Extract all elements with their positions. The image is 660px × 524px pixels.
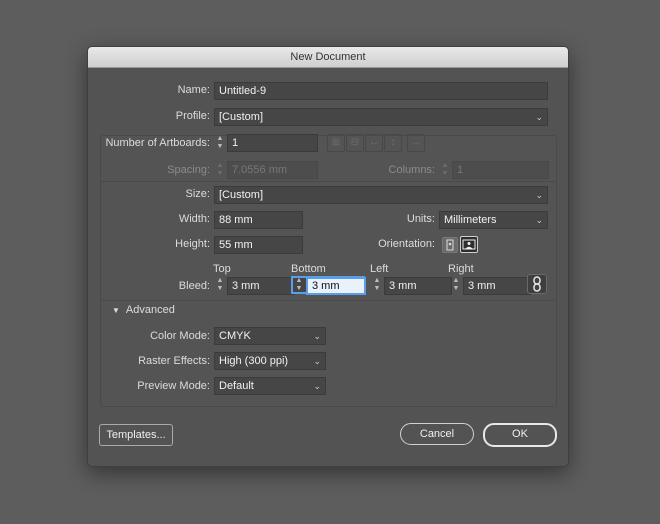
size-dropdown[interactable]: [Custom] ⌄ [214, 186, 548, 204]
artboards-input[interactable]: 1 [227, 134, 318, 152]
bleed-right-input[interactable]: 3 mm [463, 277, 531, 295]
bleed-bottom-input[interactable]: 3 mm [306, 277, 366, 295]
grid-by-row-icon[interactable]: ⊞ [327, 134, 345, 152]
advanced-label: Advanced [125, 304, 175, 316]
height-label: Height: [175, 238, 210, 250]
color-mode-value: CMYK [219, 330, 251, 342]
ok-button[interactable]: OK [483, 423, 557, 447]
name-input[interactable]: Untitled-9 [214, 82, 548, 100]
size-value: [Custom] [219, 189, 264, 201]
bleed-top-stepper[interactable]: ▲ ▼ [215, 277, 225, 293]
link-icon[interactable] [527, 274, 547, 294]
columns-label: Columns: [388, 164, 435, 176]
separator [100, 181, 555, 182]
units-dropdown[interactable]: Millimeters ⌄ [439, 211, 548, 229]
bleed-right-label: Right [448, 263, 474, 275]
raster-effects-label: Raster Effects: [138, 355, 210, 367]
bleed-bottom-stepper[interactable]: ▲ ▼ [294, 277, 304, 293]
artboards-label: Number of Artboards: [105, 137, 210, 149]
preview-mode-dropdown[interactable]: Default ⌄ [214, 377, 326, 395]
artboards-stepper[interactable]: ▲ ▼ [215, 135, 225, 151]
profile-dropdown[interactable]: [Custom] ⌄ [214, 108, 548, 126]
bleed-top-input[interactable]: 3 mm [227, 277, 295, 295]
disclosure-triangle-icon: ▼ [112, 306, 120, 315]
templates-button[interactable]: Templates... [99, 424, 173, 446]
bleed-left-input[interactable]: 3 mm [384, 277, 452, 295]
cancel-button[interactable]: Cancel [400, 423, 474, 445]
separator [100, 300, 555, 301]
color-mode-label: Color Mode: [150, 330, 210, 342]
change-layout-icon[interactable]: → [407, 134, 425, 152]
units-value: Millimeters [444, 214, 497, 226]
columns-stepper[interactable]: ▲ ▼ [440, 162, 450, 178]
chevron-down-icon: ⌄ [535, 190, 543, 200]
height-input[interactable]: 55 mm [214, 236, 303, 254]
arrange-by-column-icon[interactable]: ↕ [384, 134, 402, 152]
bleed-label: Bleed: [178, 280, 210, 292]
chevron-down-icon: ⌄ [313, 331, 321, 341]
width-input[interactable]: 88 mm [214, 211, 303, 229]
landscape-orientation-icon[interactable] [460, 236, 478, 253]
raster-effects-value: High (300 ppi) [219, 355, 289, 367]
bleed-left-stepper[interactable]: ▲ ▼ [372, 277, 382, 293]
profile-value: [Custom] [219, 111, 264, 123]
raster-effects-dropdown[interactable]: High (300 ppi) ⌄ [214, 352, 326, 370]
orientation-label: Orientation: [378, 238, 435, 250]
chevron-down-icon: ⌄ [313, 381, 321, 391]
columns-input[interactable]: 1 [452, 161, 549, 179]
bleed-right-stepper[interactable]: ▲ ▼ [451, 277, 461, 293]
grid-by-column-icon[interactable]: ⊟ [346, 134, 364, 152]
chevron-down-icon: ⌄ [313, 356, 321, 366]
new-document-dialog: New Document Name: Untitled-9 Profile: [… [87, 46, 569, 467]
chevron-down-icon: ⌄ [535, 215, 543, 225]
bleed-bottom-label: Bottom [291, 263, 326, 275]
color-mode-dropdown[interactable]: CMYK ⌄ [214, 327, 326, 345]
bleed-left-label: Left [370, 263, 389, 275]
spacing-stepper[interactable]: ▲ ▼ [215, 162, 225, 178]
name-label: Name: [177, 84, 210, 96]
preview-mode-label: Preview Mode: [137, 380, 210, 392]
dialog-title: New Document [88, 47, 568, 68]
profile-label: Profile: [175, 110, 210, 122]
size-label: Size: [185, 188, 210, 200]
spacing-label: Spacing: [167, 164, 210, 176]
preview-mode-value: Default [219, 380, 254, 392]
arrange-by-row-icon[interactable]: ↔ [365, 134, 383, 152]
chevron-down-icon: ⌄ [535, 112, 543, 122]
spacing-input[interactable]: 7.0556 mm [227, 161, 318, 179]
bleed-top-label: Top [213, 263, 231, 275]
width-label: Width: [178, 213, 210, 225]
units-label: Units: [406, 213, 435, 225]
portrait-orientation-icon[interactable] [442, 237, 458, 253]
advanced-toggle[interactable]: ▼ Advanced [112, 304, 175, 316]
